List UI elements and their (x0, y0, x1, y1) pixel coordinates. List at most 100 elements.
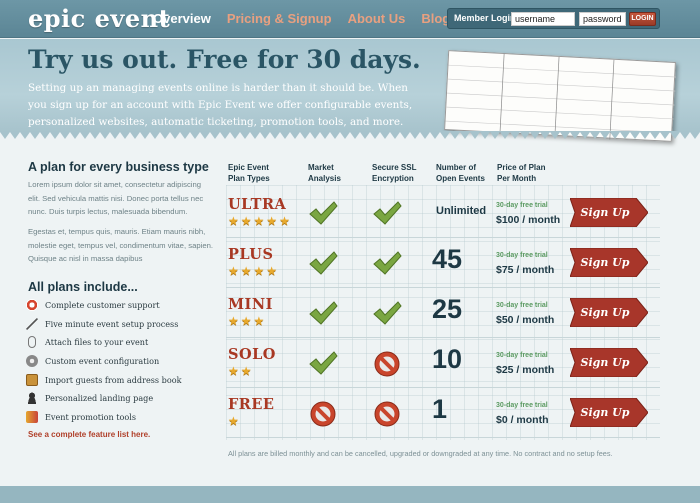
star-icon: ★ (253, 264, 265, 278)
plan-name: ULTRA (228, 196, 287, 213)
feature-list-link[interactable]: See a complete feature list here. (28, 430, 150, 439)
plan-row-mini: MINI ★ ★ ★ 25 30-day free trial $50 / month Sig… (226, 288, 660, 338)
open-events-value: 1 (432, 394, 448, 424)
hero-title: Try us out. Free for 30 days. (28, 45, 421, 74)
header-ssl: Secure SSL Encryption (372, 162, 416, 184)
header-events-label: Number of Open Events (436, 163, 485, 183)
password-input[interactable] (579, 12, 626, 26)
header-market-analysis: Market Analysis (308, 162, 341, 184)
ledger-illustration (444, 50, 677, 142)
nav-overview[interactable]: Overview (153, 11, 211, 26)
open-events-value: 45 (432, 244, 463, 274)
feature-item: Complete customer support (26, 296, 181, 315)
feature-label: Event promotion tools (45, 411, 137, 422)
nav-pricing[interactable]: Pricing & Signup (227, 11, 332, 26)
plan-rating: ★ ★ (228, 365, 252, 377)
star-icon: ★ (240, 314, 252, 328)
all-plans-heading: All plans include... (28, 280, 138, 294)
billing-footnote: All plans are billed monthly and can be … (228, 449, 613, 458)
header-ssl-label: Secure SSL Encryption (372, 163, 417, 183)
ssl-check-icon (372, 250, 402, 276)
header-plan-types-label: Epic Event Plan Types (228, 163, 270, 183)
feature-item: Five minute event setup process (26, 315, 181, 334)
star-icon: ★ (253, 214, 265, 228)
plan-row-ultra: ULTRA ★ ★ ★ ★ ★ Unlimited 30-day free trial $100… (226, 188, 660, 238)
free-trial-label: 30-day free trial (496, 352, 548, 359)
plan-name: FREE (228, 396, 275, 413)
ssl-no-icon (374, 401, 400, 427)
header-open-events: Number of Open Events (436, 162, 485, 184)
username-input[interactable] (511, 12, 575, 26)
open-events-value: 25 (432, 294, 463, 324)
market-analysis-check-icon (308, 250, 338, 276)
star-icon: ★ (266, 264, 278, 278)
plan-price: $25 / month (496, 364, 555, 376)
feature-label: Complete customer support (45, 300, 160, 311)
sign-up-button[interactable]: Sign Up (569, 397, 649, 428)
star-icon: ★ (228, 414, 239, 428)
plan-rating: ★ ★ ★ ★ (228, 265, 277, 277)
feature-item: Custom event configuration (26, 352, 181, 371)
sign-up-button[interactable]: Sign Up (569, 247, 649, 278)
site-logo[interactable]: epic event (28, 4, 170, 33)
star-icon: ★ (228, 214, 239, 228)
plan-price: $100 / month (496, 214, 561, 226)
header-plan-types: Epic Event Plan Types (228, 162, 270, 184)
feature-item: Import guests from address book (26, 370, 181, 389)
plan-row-plus: PLUS ★ ★ ★ ★ 45 30-day free trial $75 / month Si… (226, 238, 660, 288)
nav-about[interactable]: About Us (348, 11, 406, 26)
plan-name: PLUS (228, 246, 274, 263)
intro-paragraph-2: Egestas et, tempus quis, mauris. Etiam m… (28, 227, 214, 263)
free-trial-label: 30-day free trial (496, 202, 548, 209)
feature-label: Five minute event setup process (45, 318, 179, 329)
login-button[interactable]: LOGIN (629, 12, 656, 26)
feature-label: Custom event configuration (45, 356, 160, 367)
plan-name: MINI (228, 296, 273, 313)
plan-row-free: FREE ★ 1 30-day free trial $0 / month Sign Up (226, 388, 660, 438)
sign-up-label: Sign Up (580, 356, 630, 369)
plan-rating: ★ ★ ★ (228, 315, 264, 327)
hero-description: Setting up an managing events online is … (28, 82, 413, 128)
address-book-icon (26, 373, 38, 386)
sign-up-button[interactable]: Sign Up (569, 347, 649, 378)
ssl-check-icon (372, 300, 402, 326)
plan-price: $50 / month (496, 314, 555, 326)
star-icon: ★ (240, 264, 252, 278)
feature-item: Event promotion tools (26, 408, 181, 427)
paperclip-icon (28, 336, 36, 349)
sign-up-label: Sign Up (580, 206, 630, 219)
plan-name: SOLO (228, 346, 276, 363)
top-header: epic event Overview Pricing & Signup Abo… (0, 0, 700, 38)
intro-paragraph: Lorem ipsum dolor sit amet, consectetur … (28, 180, 204, 216)
feature-list: Complete customer support Five minute ev… (26, 296, 181, 426)
open-events-value: 10 (432, 344, 463, 374)
sign-up-button[interactable]: Sign Up (569, 197, 649, 228)
plan-rating: ★ ★ ★ ★ ★ (228, 215, 290, 227)
ssl-check-icon (372, 200, 402, 226)
lifebuoy-icon (26, 299, 38, 312)
bottom-band (0, 486, 700, 503)
sign-up-label: Sign Up (580, 256, 630, 269)
feature-item: Attach files to your event (26, 333, 181, 352)
feature-label: Import guests from address book (45, 374, 182, 385)
plan-price: $0 / month (496, 414, 549, 426)
free-trial-label: 30-day free trial (496, 402, 548, 409)
megaphone-icon (26, 410, 38, 423)
nav-blog[interactable]: Blog (421, 11, 450, 26)
star-icon: ★ (266, 214, 278, 228)
gear-icon (26, 355, 38, 368)
sign-up-label: Sign Up (580, 406, 630, 419)
open-events-value: Unlimited (436, 205, 487, 217)
header-price: Price of Plan Per Month (497, 162, 545, 184)
sign-up-button[interactable]: Sign Up (569, 297, 649, 328)
user-icon (26, 392, 38, 405)
ssl-no-icon (374, 351, 400, 377)
plan-row-solo: SOLO ★ ★ 10 30-day free trial $25 / month Sign… (226, 338, 660, 388)
hero-zigzag-edge (0, 131, 700, 139)
header-market-label: Market Analysis (308, 163, 341, 183)
plan-price: $75 / month (496, 264, 555, 276)
star-icon: ★ (228, 364, 239, 378)
star-icon: ★ (279, 214, 290, 228)
plan-rating: ★ (228, 415, 239, 427)
ledger-lines (445, 53, 677, 140)
